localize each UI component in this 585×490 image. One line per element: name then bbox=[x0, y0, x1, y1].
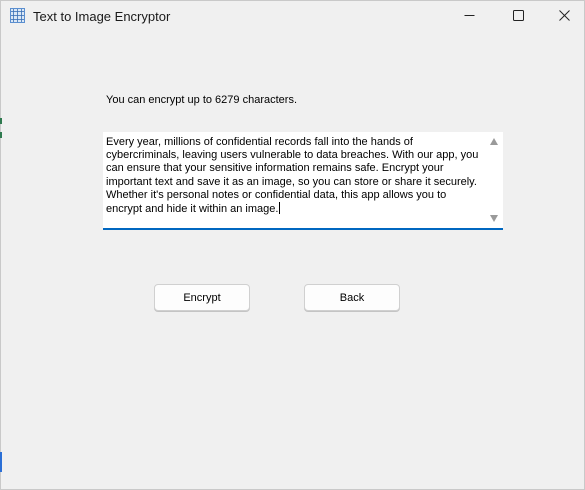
minimize-button[interactable] bbox=[446, 1, 492, 32]
back-button[interactable]: Back bbox=[304, 284, 400, 311]
encrypt-button[interactable]: Encrypt bbox=[154, 284, 250, 311]
title-bar[interactable]: Text to Image Encryptor bbox=[1, 1, 584, 32]
background-window-edge bbox=[0, 452, 2, 472]
window-title: Text to Image Encryptor bbox=[33, 9, 171, 24]
character-limit-label: You can encrypt up to 6279 characters. bbox=[106, 94, 297, 106]
background-window-edge bbox=[0, 118, 2, 124]
app-window: Text to Image Encryptor You can encrypt … bbox=[0, 0, 585, 490]
text-content[interactable]: Every year, millions of confidential rec… bbox=[106, 136, 484, 216]
scroll-up-arrow-icon[interactable] bbox=[490, 138, 498, 145]
close-icon bbox=[558, 8, 570, 26]
text-caret bbox=[279, 202, 281, 215]
app-grid-icon bbox=[10, 8, 25, 23]
maximize-button[interactable] bbox=[495, 1, 541, 32]
minimize-icon bbox=[464, 8, 475, 26]
background-window-edge bbox=[0, 132, 2, 138]
vertical-scrollbar[interactable] bbox=[486, 132, 503, 228]
text-input-area[interactable]: Every year, millions of confidential rec… bbox=[103, 132, 503, 230]
scroll-down-arrow-icon[interactable] bbox=[490, 215, 498, 222]
maximize-icon bbox=[512, 8, 524, 26]
close-button[interactable] bbox=[541, 1, 585, 32]
